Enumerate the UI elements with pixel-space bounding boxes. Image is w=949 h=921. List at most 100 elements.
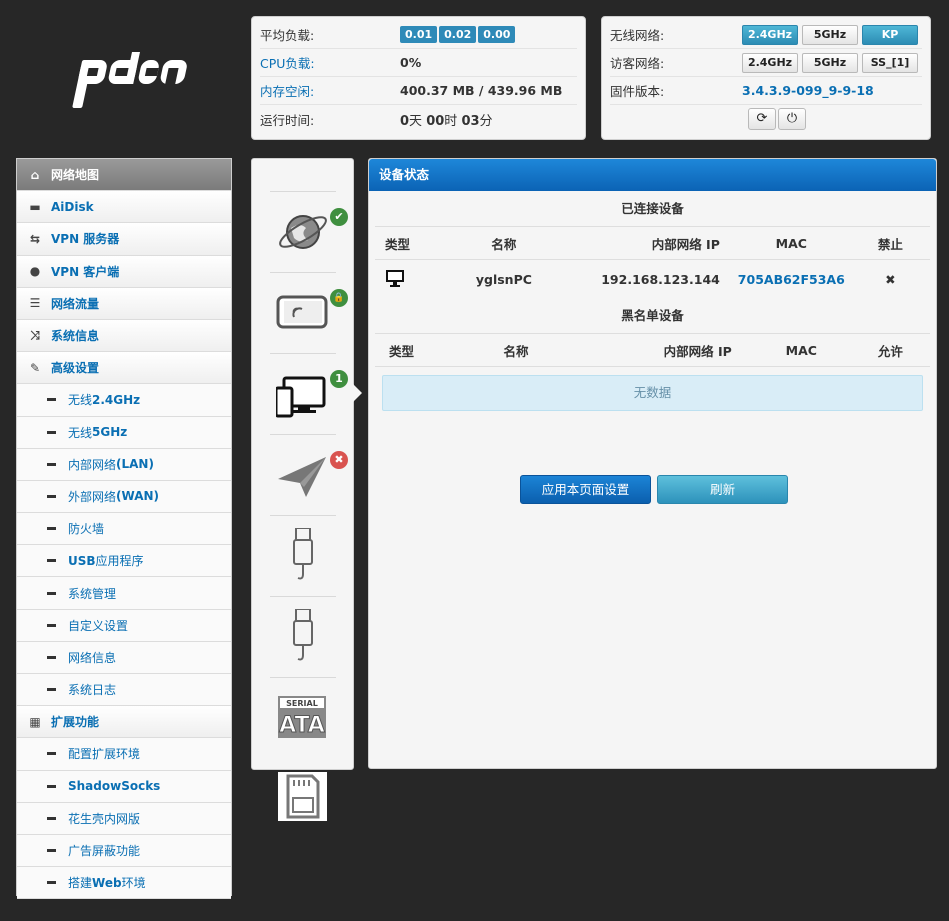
sidebar-item-1[interactable]: ▬ AiDisk [17, 191, 231, 224]
load-15min: 0.00 [478, 26, 516, 43]
sidebar-item-5[interactable]: ⤨ 系统信息 [17, 319, 231, 353]
sub-label-pre: 内部网络 [68, 457, 117, 472]
vpn-status-item[interactable]: ✖ [270, 434, 348, 514]
power-icon[interactable]: ⏻ [778, 108, 806, 130]
load-5min: 0.02 [439, 26, 477, 43]
sidebar-item-3[interactable]: ● VPN 客户端 [17, 255, 231, 288]
col-ip: 内部网络 IP [663, 343, 732, 359]
sidebar-item-4[interactable]: ☰ 网络流量 [17, 287, 231, 320]
sidebar-subitem-adv-0[interactable]: 无线 2.4GHz [17, 384, 231, 417]
sub-label-pre: 无线 [68, 425, 93, 440]
uptime-value: 0天 00时 03分 [400, 113, 493, 129]
dash-icon [47, 527, 56, 531]
dash-icon [47, 752, 56, 756]
apply-button[interactable]: 应用本页面设置 [520, 475, 651, 504]
sidebar-item-0[interactable]: ⌂ 网络地图 [17, 159, 231, 192]
guest-row: 访客网络: 2.4GHz 5GHz SS_[1] [610, 49, 922, 77]
cpu-link[interactable]: CPU负载: [260, 53, 400, 72]
reboot-icon[interactable]: ⟳ [748, 108, 776, 130]
sidebar-menu: ⌂ 网络地图 ▬ AiDisk ⇆ VPN 服务器 ● VPN 客户端 ☰ 网络流量 ⤨ 系统信息 ✎ 高… [16, 158, 232, 900]
random-icon: ⤨ [30, 328, 40, 343]
dash-icon [47, 398, 56, 402]
sidebar-subitem-ext-4[interactable]: 搭建 Web 环境 [17, 867, 231, 900]
memory-row: 内存空闲: 400.37 MB / 439.96 MB [260, 77, 577, 105]
sidebar-subitem-ext-3[interactable]: 广告屏蔽功能 [17, 834, 231, 868]
sidebar-subitem-adv-1[interactable]: 无线 5GHz [17, 416, 231, 449]
dash-icon [47, 655, 56, 659]
dash-icon [47, 494, 56, 498]
firmware-version-link[interactable]: 3.4.3.9-099_9-9-18 [742, 83, 874, 98]
sidebar-item-label: 网络流量 [51, 296, 100, 311]
col-block: 禁止 [877, 236, 903, 252]
sidebar-item-2[interactable]: ⇆ VPN 服务器 [17, 223, 231, 256]
clients-status-item[interactable]: 1 [270, 353, 348, 433]
dash-icon [47, 430, 56, 434]
cpu-value: 0% [400, 55, 422, 70]
sub-label-pre: 网络信息 [68, 650, 117, 665]
vpn-error-badge: ✖ [330, 451, 348, 469]
sidebar-subitem-ext-2[interactable]: 花生壳内网版 [17, 802, 231, 835]
device-mac-link[interactable]: 705AB62F53A6 [732, 272, 851, 287]
firmware-row: 固件版本: 3.4.3.9-099_9-9-18 [610, 77, 922, 105]
sidebar-subitem-adv-2[interactable]: 内部网络 (LAN) [17, 448, 231, 481]
guest-2g-button[interactable]: 2.4GHz [742, 52, 798, 73]
wrench-icon: ✎ [29, 360, 41, 375]
sub-label-pre: 无线 [68, 393, 93, 408]
sub-label-pre: 防火墙 [68, 522, 105, 537]
sub-label-pre: 搭建 [68, 876, 93, 891]
sub-label-bold: Web [92, 875, 122, 890]
sidebar-subitem-ext-1[interactable]: ShadowSocks [17, 770, 231, 803]
sidebar-subitem-adv-3[interactable]: 外部网络 (WAN) [17, 480, 231, 514]
blacklist-title: 黑名单设备 [375, 298, 930, 334]
grid-icon: ▦ [29, 714, 41, 729]
sidebar-item-extensions[interactable]: ▦ 扩展功能 [17, 706, 231, 739]
brand-logo [68, 52, 188, 112]
sidebar-subitem-adv-6[interactable]: 系统管理 [17, 577, 231, 610]
sub-label-pre: 外部网络 [68, 489, 117, 504]
block-device-icon[interactable]: ✖ [851, 272, 930, 287]
dash-icon [47, 623, 56, 627]
tasks-icon: ☰ [29, 296, 41, 311]
sata-icon: SERIAL ATA [278, 696, 326, 739]
sidebar-item-6[interactable]: ✎ 高级设置 [17, 352, 231, 385]
uptime-label: 运行时间: [260, 112, 315, 128]
usb-port-2[interactable] [270, 596, 336, 676]
wireless-kp-button[interactable]: KP [862, 24, 918, 45]
sub-label-pre: 系统管理 [68, 586, 117, 601]
sidebar-subitem-adv-7[interactable]: 自定义设置 [17, 609, 231, 642]
sub-label-post: 应用程序 [95, 554, 144, 569]
guest-ss-button[interactable]: SS_[1] [862, 52, 918, 73]
dash-icon [47, 849, 56, 853]
sata-port[interactable]: SERIAL ATA [270, 677, 336, 757]
svg-text:ATA: ATA [279, 713, 325, 738]
selected-pointer [352, 383, 362, 403]
guest-5g-button[interactable]: 5GHz [802, 52, 858, 73]
dash-icon [47, 688, 56, 692]
dash-icon [47, 816, 56, 820]
internet-ok-badge: ✔ [330, 208, 348, 226]
dash-icon [47, 591, 56, 595]
sidebar-subitem-adv-4[interactable]: 防火墙 [17, 513, 231, 546]
wireless-label: 无线网络: [610, 28, 665, 43]
wireless-5g-button[interactable]: 5GHz [802, 24, 858, 45]
wireless-2g-button[interactable]: 2.4GHz [742, 24, 798, 45]
sd-card-icon[interactable] [278, 772, 327, 821]
sidebar-subitem-adv-5[interactable]: USB 应用程序 [17, 545, 231, 578]
usb-port-1[interactable] [270, 515, 336, 595]
power-row: ⟳ ⏻ [610, 105, 922, 133]
memory-link[interactable]: 内存空闲: [260, 81, 400, 100]
sub-label-pre: 自定义设置 [68, 618, 129, 633]
refresh-button[interactable]: 刷新 [657, 475, 789, 504]
panel-title: 设备状态 [369, 159, 936, 191]
wireless-status-item[interactable]: 🔒 [270, 272, 348, 352]
sub-label-bold: (LAN) [116, 457, 154, 472]
paper-plane-icon [278, 457, 326, 497]
sidebar-subitem-ext-0[interactable]: 配置扩展环境 [17, 738, 231, 771]
internet-status-item[interactable]: ✔ [270, 191, 348, 271]
sub-label-bold: 5GHz [92, 425, 128, 440]
dash-icon [47, 881, 56, 885]
sidebar-subitem-adv-9[interactable]: 系统日志 [17, 674, 231, 707]
sub-label-bold: (WAN) [116, 489, 160, 504]
sidebar-subitem-adv-8[interactable]: 网络信息 [17, 641, 231, 674]
sub-label-pre: 系统日志 [68, 683, 117, 698]
